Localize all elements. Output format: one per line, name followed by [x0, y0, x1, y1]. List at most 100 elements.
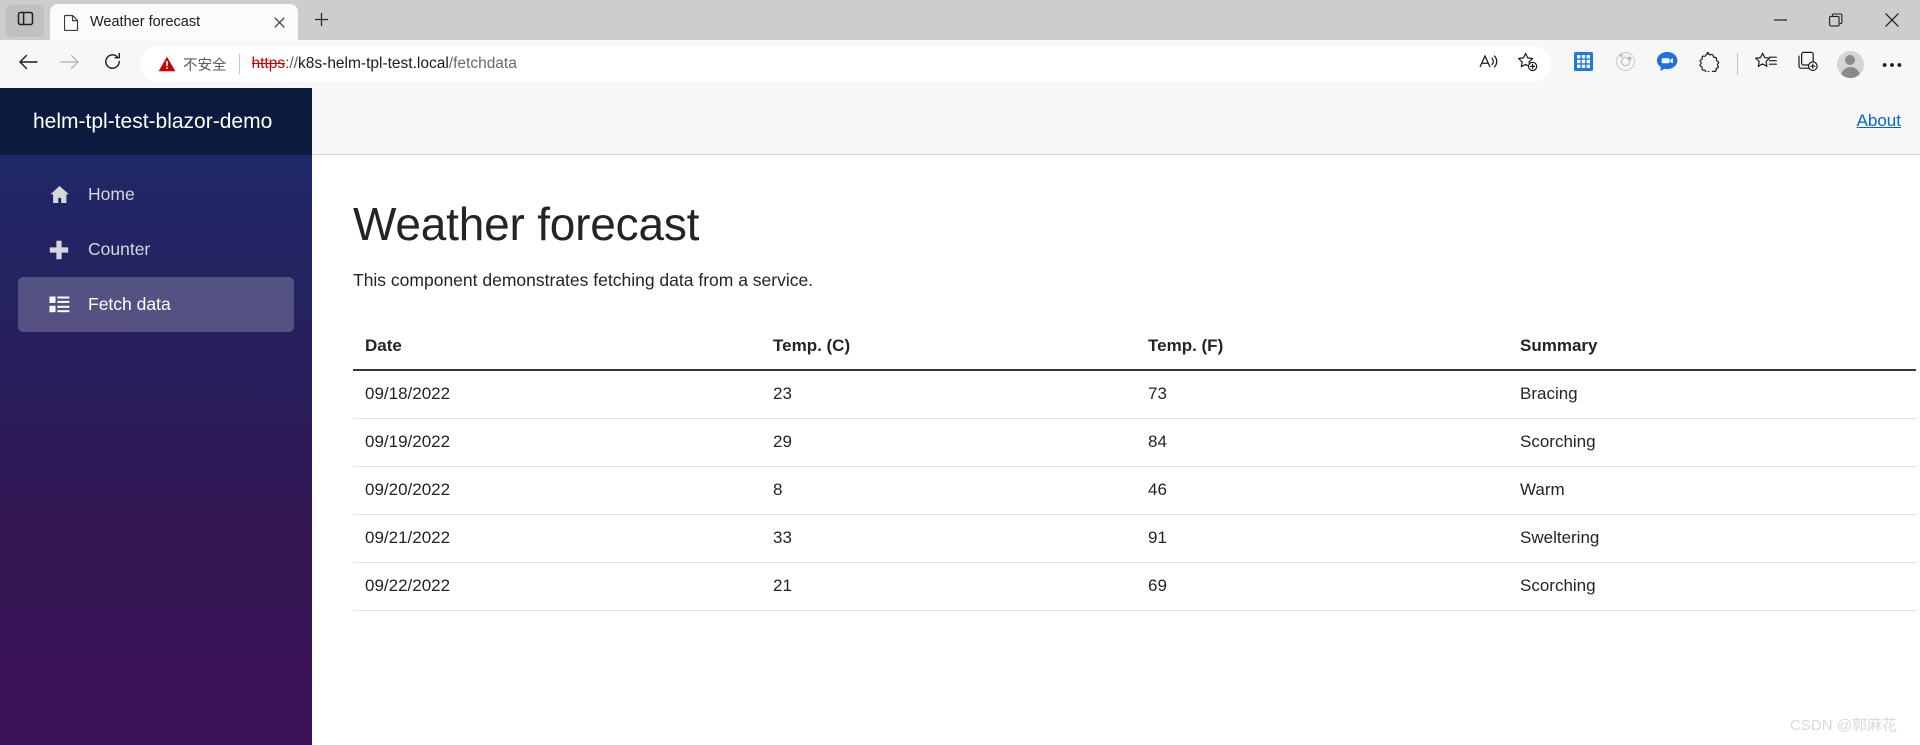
- reload-icon: [103, 52, 122, 76]
- split-panel-icon: [17, 10, 34, 32]
- puzzle-piece-icon: [1699, 51, 1720, 77]
- column-header-temp-c: Temp. (C): [761, 324, 1136, 371]
- extensions-button[interactable]: [1689, 45, 1729, 83]
- cell-date: 09/18/2022: [353, 370, 761, 419]
- favorites-star-list-icon: [1755, 52, 1777, 77]
- cell-date: 09/20/2022: [353, 466, 761, 515]
- app-grid-icon: [1573, 52, 1593, 76]
- column-header-date: Date: [353, 324, 761, 371]
- sidebar-item-label: Counter: [88, 239, 151, 259]
- omnibox-divider: [238, 54, 240, 74]
- toolbar-right-actions: [1559, 45, 1912, 83]
- close-button[interactable]: [1864, 0, 1920, 40]
- plus-icon: [48, 239, 70, 261]
- window-controls: [1752, 0, 1920, 40]
- back-button[interactable]: [8, 45, 48, 83]
- web-page: helm-tpl-test-blazor-demo Home Counter F…: [0, 88, 1920, 745]
- app-sidebar: helm-tpl-test-blazor-demo Home Counter F…: [0, 88, 312, 745]
- cell-temp-c: 29: [761, 418, 1136, 467]
- sidebar-item-label: Home: [88, 184, 135, 204]
- tab-actions-button[interactable]: [6, 5, 44, 37]
- cell-date: 09/21/2022: [353, 514, 761, 563]
- cell-summary: Scorching: [1508, 418, 1916, 467]
- minimize-button[interactable]: [1752, 0, 1808, 40]
- reload-button[interactable]: [92, 45, 132, 83]
- page-icon: [63, 14, 80, 31]
- sidebar-header: helm-tpl-test-blazor-demo: [0, 88, 312, 155]
- add-favorite-button[interactable]: [1509, 49, 1545, 79]
- browser-window: Weather forecast 不安全 https://k8s-helm-tp…: [0, 0, 1920, 745]
- cell-temp-c: 23: [761, 370, 1136, 419]
- cell-summary: Sweltering: [1508, 514, 1916, 563]
- toolbar-divider: [1737, 53, 1738, 75]
- column-header-summary: Summary: [1508, 324, 1916, 371]
- discover-orbit-icon: [1615, 51, 1636, 77]
- profile-button[interactable]: [1830, 45, 1870, 83]
- warning-triangle-icon: [158, 56, 176, 72]
- column-header-temp-f: Temp. (F): [1136, 324, 1508, 371]
- discover-button[interactable]: [1605, 45, 1645, 83]
- tab-close-button[interactable]: [268, 11, 290, 33]
- plus-icon: [314, 9, 329, 33]
- site-security-indicator[interactable]: 不安全: [158, 54, 227, 75]
- cell-temp-f: 69: [1136, 562, 1508, 611]
- forward-button[interactable]: [50, 45, 90, 83]
- sidebar-item-home[interactable]: Home: [18, 167, 294, 222]
- table-head: Date Temp. (C) Temp. (F) Summary: [353, 324, 1916, 371]
- url-host: k8s-helm-tpl-test.local: [298, 55, 449, 72]
- tab-title: Weather forecast: [90, 14, 201, 30]
- url-scheme: https: [251, 55, 286, 72]
- cell-date: 09/22/2022: [353, 562, 761, 611]
- security-label: 不安全: [183, 57, 227, 74]
- cell-temp-c: 21: [761, 562, 1136, 611]
- table-header-row: Date Temp. (C) Temp. (F) Summary: [353, 324, 1916, 371]
- home-icon: [48, 184, 70, 206]
- url-path: /fetchdata: [448, 55, 517, 72]
- table-row: 09/18/2022 23 73 Bracing: [353, 370, 1916, 419]
- content-topbar: About: [312, 88, 1920, 155]
- apps-button[interactable]: [1563, 45, 1603, 83]
- restore-button[interactable]: [1808, 0, 1864, 40]
- forward-arrow-icon: [60, 53, 80, 76]
- new-tab-button[interactable]: [304, 4, 338, 38]
- weather-forecast-table: Date Temp. (C) Temp. (F) Summary 09/18/2…: [353, 324, 1916, 611]
- add-favorite-star-icon: [1517, 52, 1538, 77]
- favorites-button[interactable]: [1746, 45, 1786, 83]
- page-title: Weather forecast: [353, 198, 700, 250]
- sidebar-item-label: Fetch data: [88, 294, 171, 314]
- browser-toolbar: 不安全 https://k8s-helm-tpl-test.local/fetc…: [0, 40, 1920, 88]
- back-arrow-icon: [18, 53, 38, 76]
- profile-avatar-icon: [1836, 50, 1864, 78]
- table-row: 09/22/2022 21 69 Scorching: [353, 562, 1916, 611]
- content-area: About Weather forecast This component de…: [312, 88, 1920, 745]
- list-grid-icon: [48, 294, 70, 316]
- cell-temp-c: 8: [761, 466, 1136, 515]
- sidebar-item-fetch-data[interactable]: Fetch data: [18, 277, 294, 332]
- browser-title-bar: Weather forecast: [0, 0, 1920, 40]
- page-lead-text: This component demonstrates fetching dat…: [353, 270, 814, 290]
- table-body: 09/18/2022 23 73 Bracing 09/19/2022 29 8…: [353, 370, 1916, 611]
- cell-date: 09/19/2022: [353, 418, 761, 467]
- cell-summary: Warm: [1508, 466, 1916, 515]
- cell-summary: Bracing: [1508, 370, 1916, 419]
- omnibox-actions: [1471, 49, 1545, 79]
- cell-temp-f: 46: [1136, 466, 1508, 515]
- table-row: 09/19/2022 29 84 Scorching: [353, 418, 1916, 467]
- collections-button[interactable]: [1788, 45, 1828, 83]
- cell-temp-c: 33: [761, 514, 1136, 563]
- tab-strip: Weather forecast: [0, 0, 338, 40]
- settings-menu-button[interactable]: [1872, 45, 1912, 83]
- address-bar[interactable]: 不安全 https://k8s-helm-tpl-test.local/fetc…: [140, 46, 1551, 82]
- cell-temp-f: 73: [1136, 370, 1508, 419]
- video-chat-icon: [1656, 51, 1679, 77]
- sidebar-item-counter[interactable]: Counter: [18, 222, 294, 277]
- browser-tab[interactable]: Weather forecast: [50, 4, 298, 40]
- app-brand-title: helm-tpl-test-blazor-demo: [33, 109, 273, 133]
- read-aloud-icon: [1479, 53, 1499, 76]
- cell-temp-f: 91: [1136, 514, 1508, 563]
- sidebar-nav: Home Counter Fetch data: [0, 155, 312, 332]
- chat-button[interactable]: [1647, 45, 1687, 83]
- watermark: CSDN @郭麻花: [1790, 717, 1897, 734]
- about-link[interactable]: About: [1857, 111, 1901, 131]
- read-aloud-button[interactable]: [1471, 49, 1507, 79]
